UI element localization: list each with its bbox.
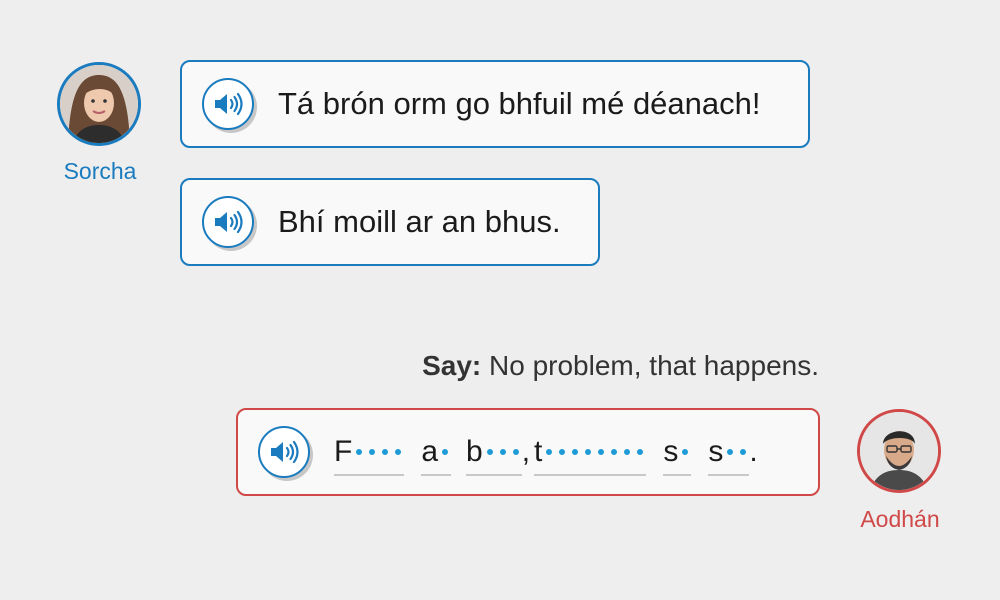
hidden-letter-dot (546, 449, 553, 455)
hidden-letter-dot (499, 449, 506, 455)
punctuation: , (521, 435, 531, 468)
hidden-letter-dot (624, 449, 631, 455)
hidden-letter-dot (369, 449, 376, 455)
blank-word[interactable]: a (421, 428, 452, 476)
hidden-letter-dot (727, 449, 734, 455)
fill-in-blanks: Fab,t ss. (334, 424, 758, 480)
first-letter: s (663, 435, 679, 468)
avatar-sorcha (57, 62, 141, 146)
prompt-label: Say: (422, 350, 482, 381)
play-audio-button[interactable] (258, 426, 310, 478)
hidden-letter-dot (395, 449, 402, 455)
message-text: Bhí moill ar an bhus. (278, 204, 561, 239)
first-letter: a (421, 435, 439, 468)
blank-word[interactable]: s (708, 428, 750, 476)
hidden-letter-dot (740, 449, 747, 455)
play-audio-button[interactable] (202, 196, 254, 248)
hidden-letter-dot (598, 449, 605, 455)
blank-word[interactable]: s (663, 428, 692, 476)
speaker-name-sorcha: Sorcha (63, 158, 137, 184)
hidden-letter-dot (637, 449, 644, 455)
punctuation: . (749, 435, 758, 468)
hidden-letter-dot (356, 449, 363, 455)
first-letter: F (334, 435, 353, 468)
message-text: Tá brón orm go bhfuil mé déanach! (278, 86, 761, 121)
hidden-letter-dot (572, 449, 579, 455)
speaker-volume-icon (271, 440, 299, 464)
blank-word[interactable]: F (334, 428, 405, 476)
blank-word[interactable]: b (466, 428, 522, 476)
hidden-letter-dot (382, 449, 389, 455)
first-letter: b (466, 435, 483, 468)
speaker-volume-icon (215, 210, 243, 234)
first-letter: s (708, 435, 724, 468)
answer-bubble: Fab,t ss. (236, 408, 820, 496)
hidden-letter-dot (585, 449, 592, 455)
first-letter: t (534, 435, 543, 468)
hidden-letter-dot (442, 449, 449, 455)
speaker-name-aodhan: Aodhán (860, 506, 940, 532)
translation-prompt: Say: No problem, that happens. (422, 350, 819, 382)
hidden-letter-dot (512, 449, 519, 455)
message-bubble-2: Bhí moill ar an bhus. (180, 178, 600, 266)
hidden-letter-dot (486, 449, 493, 455)
blank-word[interactable]: t (534, 428, 647, 476)
hidden-letter-dot (559, 449, 566, 455)
prompt-text: No problem, that happens. (489, 350, 819, 381)
hidden-letter-dot (611, 449, 618, 455)
avatar-aodhan (857, 409, 941, 493)
message-bubble-1: Tá brón orm go bhfuil mé déanach! (180, 60, 810, 148)
hidden-letter-dot (682, 449, 689, 455)
play-audio-button[interactable] (202, 78, 254, 130)
speaker-volume-icon (215, 92, 243, 116)
